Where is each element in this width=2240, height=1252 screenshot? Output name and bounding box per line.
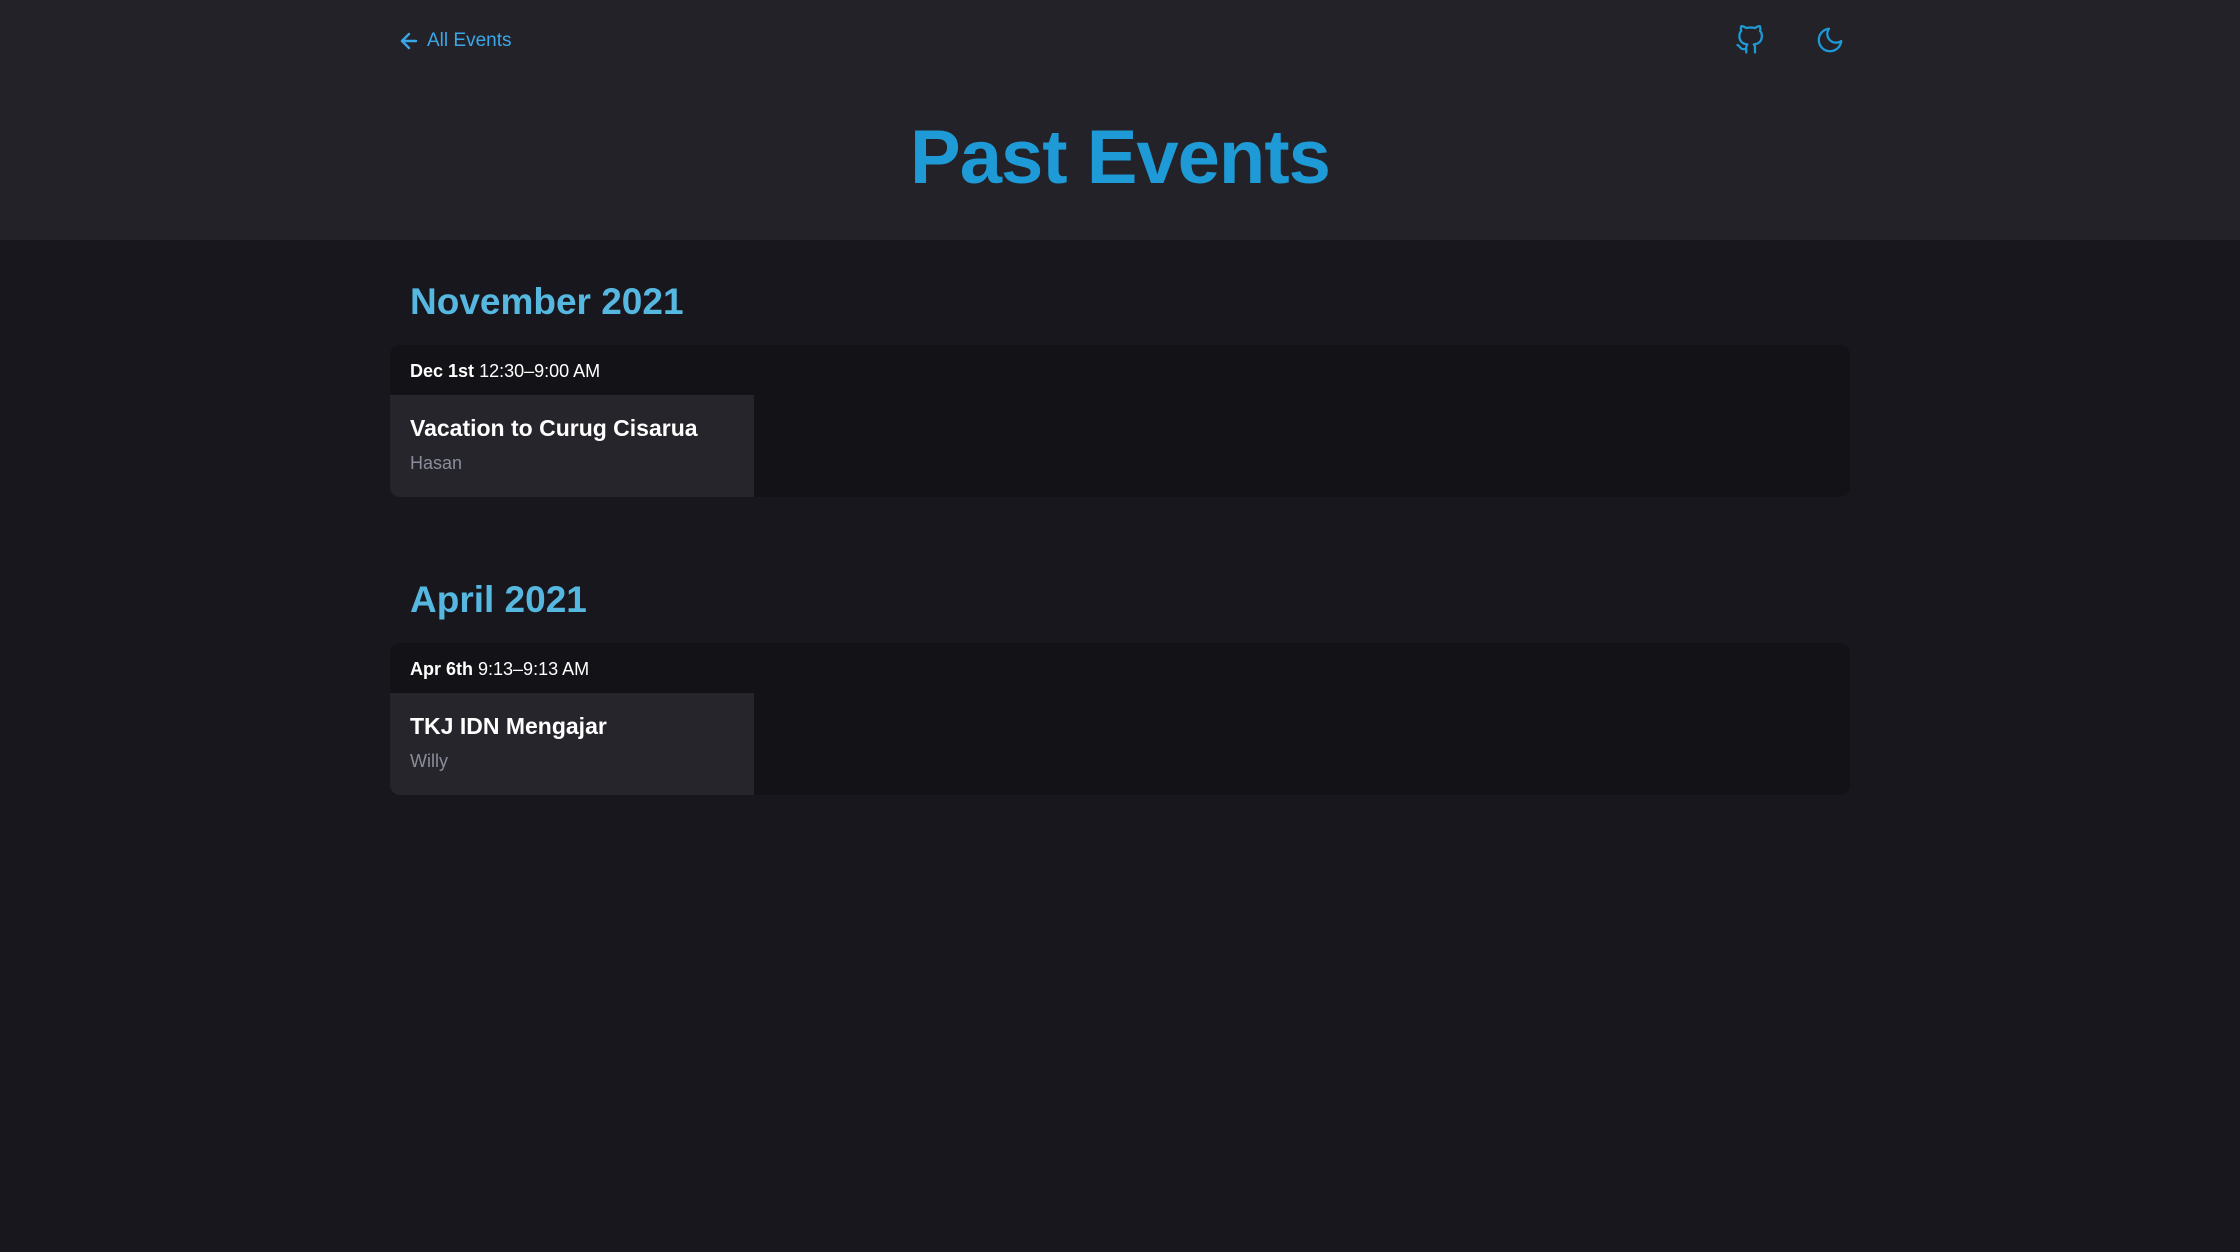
- event-date: Apr 6th 9:13–9:13 AM: [410, 657, 589, 681]
- all-events-label: All Events: [427, 30, 512, 51]
- month-heading: April 2021: [410, 579, 587, 620]
- event-time: 12:30–9:00 AM: [479, 361, 601, 381]
- theme-toggle-button[interactable]: [1810, 20, 1850, 60]
- event-group: Apr 6th 9:13–9:13 AM TKJ IDN Mengajar Wi…: [390, 643, 1850, 795]
- event-host: Willy: [410, 751, 448, 771]
- moon-icon: [1817, 27, 1843, 53]
- github-button[interactable]: [1730, 20, 1770, 60]
- page-title: Past Events: [910, 115, 1331, 200]
- event-name: Vacation to Curug Cisarua: [410, 415, 698, 441]
- event-day: Dec 1st: [410, 361, 475, 381]
- event-date: Dec 1st 12:30–9:00 AM: [410, 359, 600, 383]
- all-events-link[interactable]: All Events: [397, 26, 511, 56]
- arrow-left-icon: [400, 32, 418, 50]
- event-host: Hasan: [410, 453, 463, 473]
- page-header: All Events Past Events: [0, 0, 2240, 240]
- event-name: TKJ IDN Mengajar: [410, 713, 607, 739]
- event-card[interactable]: Vacation to Curug Cisarua Hasan: [390, 395, 754, 497]
- event-card[interactable]: TKJ IDN Mengajar Willy: [390, 693, 754, 795]
- event-time: 9:13–9:13 AM: [478, 659, 590, 679]
- github-icon: [1736, 25, 1763, 54]
- event-day: Apr 6th: [410, 659, 473, 679]
- month-heading: November 2021: [410, 281, 684, 322]
- event-group: Dec 1st 12:30–9:00 AM Vacation to Curug …: [390, 345, 1850, 497]
